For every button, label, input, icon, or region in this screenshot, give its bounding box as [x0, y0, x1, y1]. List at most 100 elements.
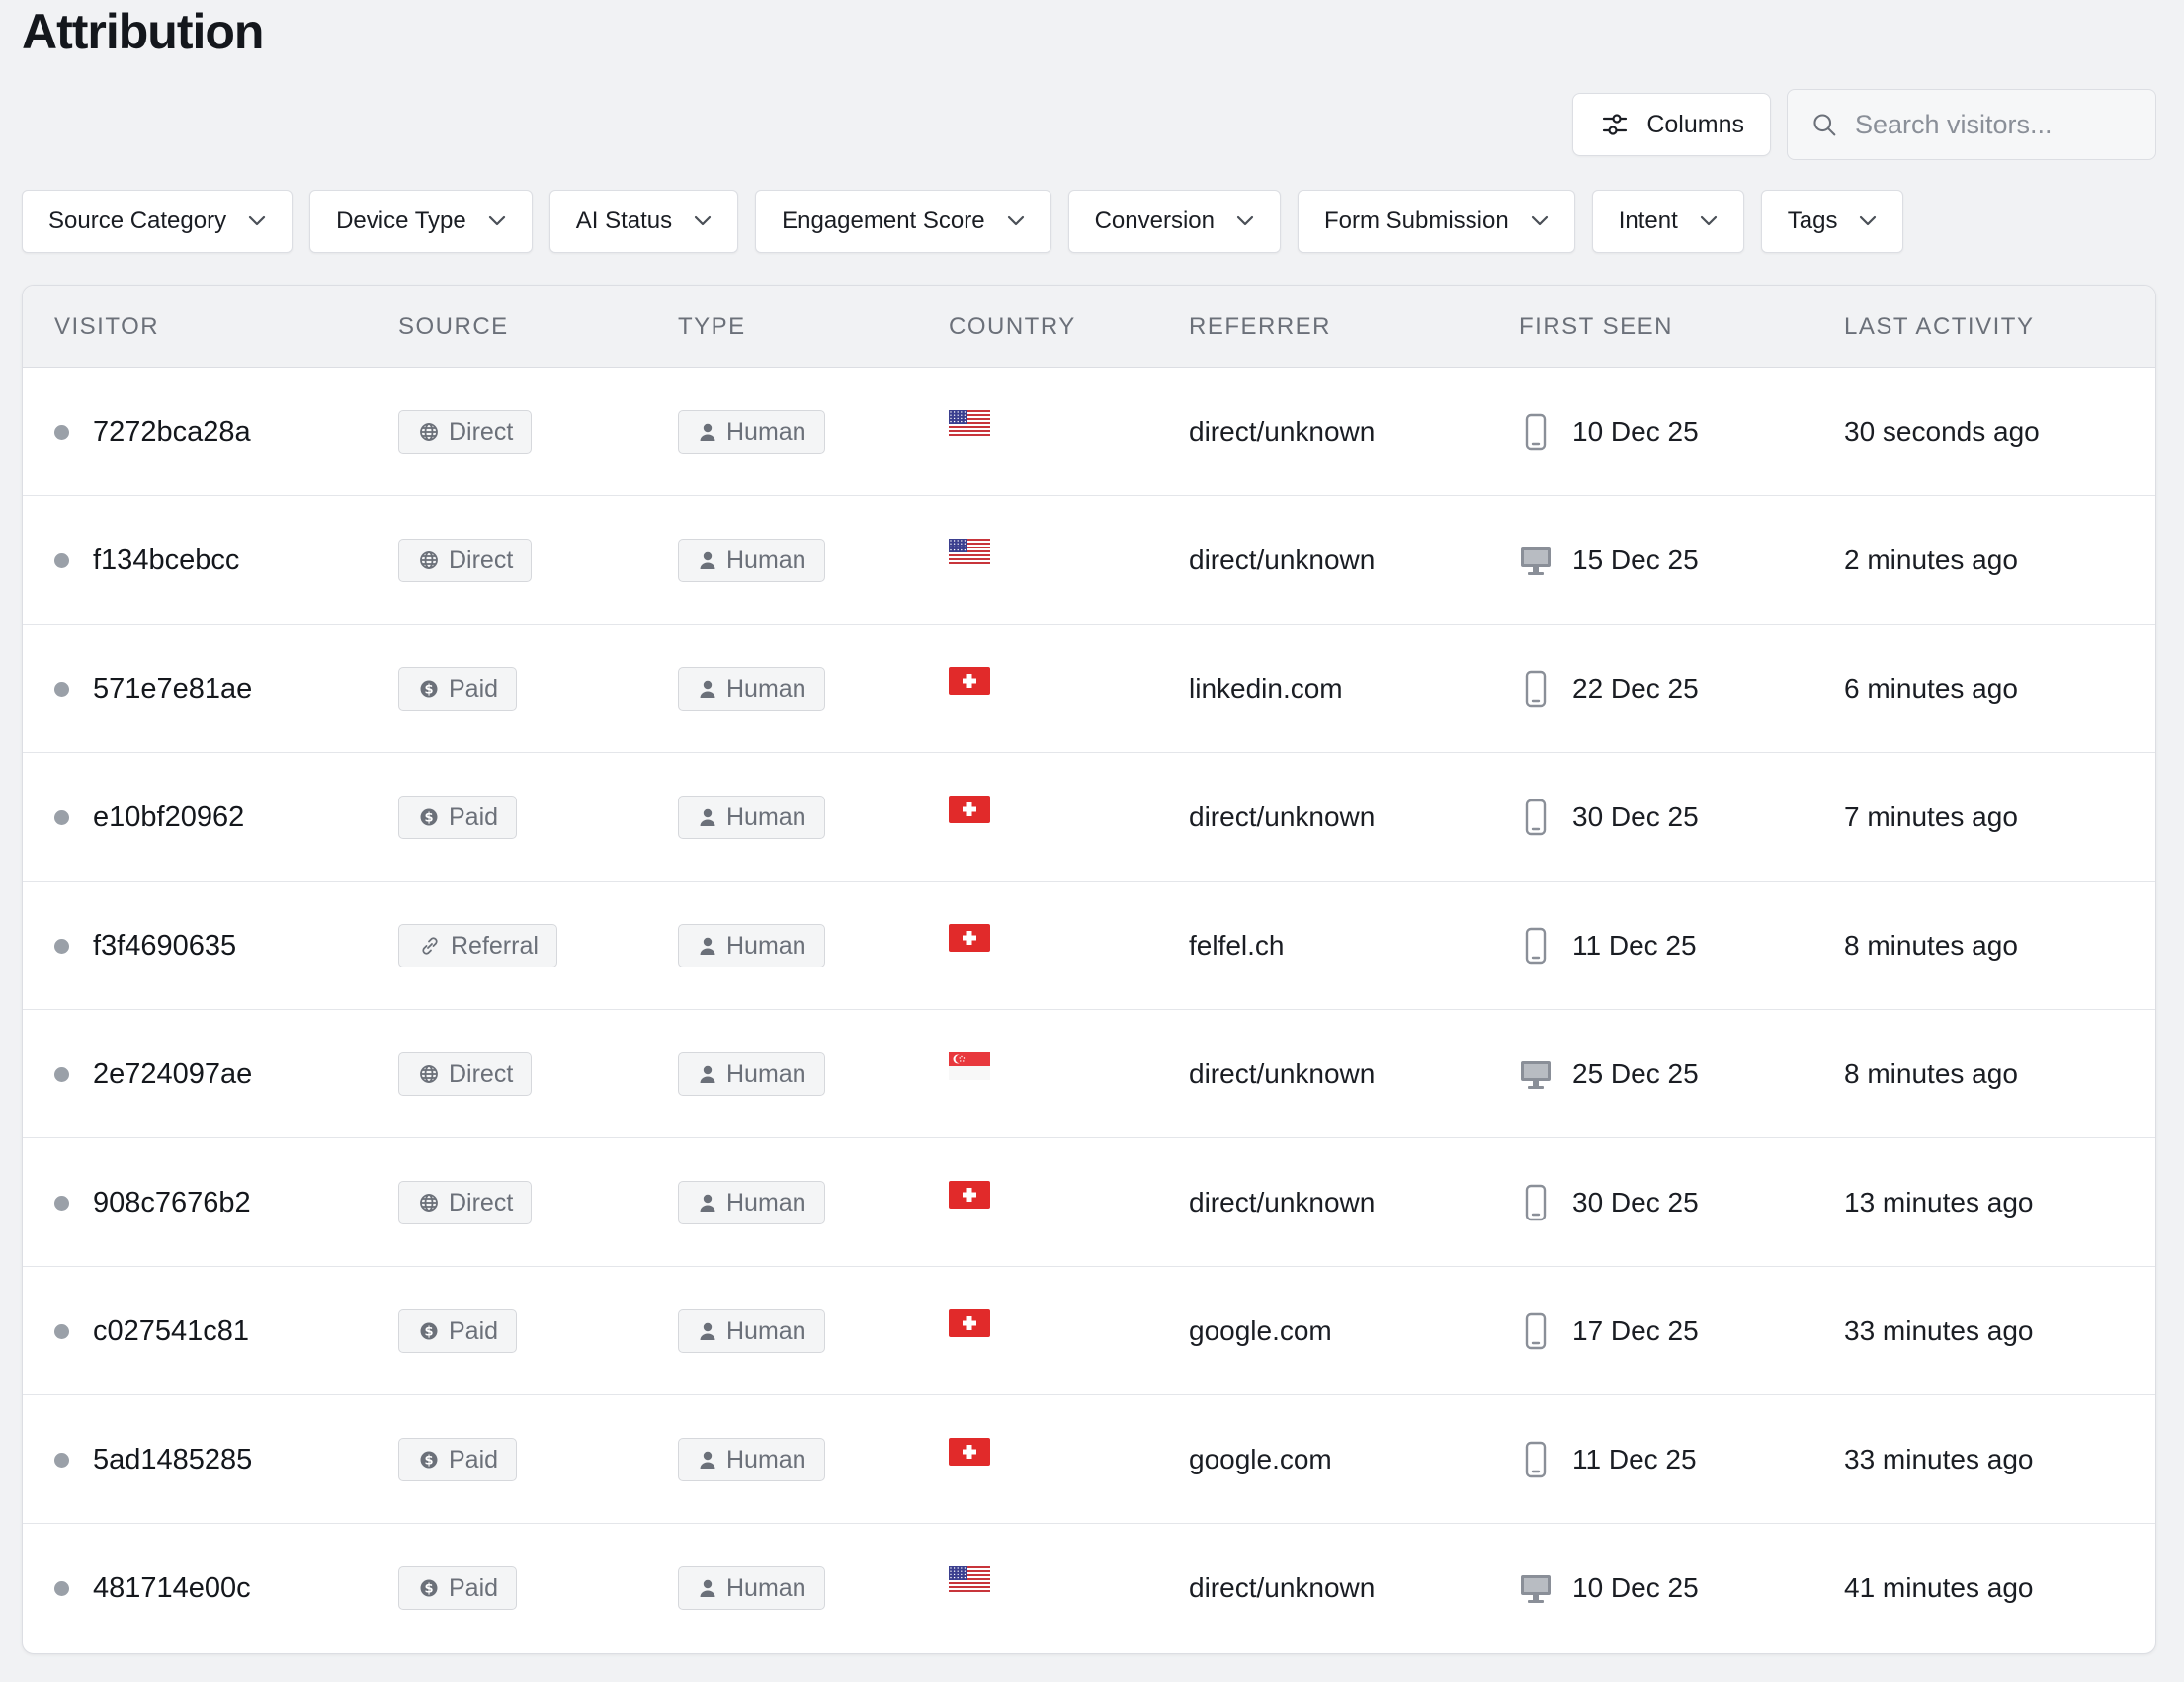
column-header-referrer[interactable]: REFERRER — [1189, 286, 1331, 368]
first-seen-date: 10 Dec 25 — [1572, 416, 1699, 447]
person-icon — [700, 808, 715, 826]
table-row[interactable]: c027541c81 $ Paid Human google.com 17 Dec 25 3… — [23, 1267, 2155, 1395]
visitor-id[interactable]: f134bcebcc — [93, 545, 239, 577]
visitor-id[interactable]: 5ad1485285 — [93, 1444, 252, 1476]
last-activity-cell: 7 minutes ago — [1844, 801, 2018, 832]
mobile-icon — [1525, 1184, 1547, 1221]
us-flag-icon — [949, 539, 990, 566]
table-row[interactable]: 2e724097ae Direct Human direct/unknown 25 De… — [23, 1010, 2155, 1138]
source-label: Direct — [449, 546, 514, 574]
filter-tags[interactable]: Tags — [1760, 190, 1904, 253]
type-cell: Human — [678, 1138, 825, 1267]
globe-icon — [420, 1194, 438, 1212]
table-header: VISITOR SOURCE TYPE COUNTRY REFERRER FIRST SE… — [23, 286, 2155, 368]
referrer-cell: direct/unknown — [1189, 801, 1376, 832]
column-header-source[interactable]: SOURCE — [398, 286, 509, 368]
column-header-country[interactable]: COUNTRY — [949, 286, 1076, 368]
columns-button[interactable]: Columns — [1572, 93, 1771, 156]
visitor-cell: 481714e00c — [54, 1524, 251, 1652]
filter-bar: Source Category Device Type AI Status Engag… — [22, 190, 1904, 253]
table-row[interactable]: 908c7676b2 Direct Human direct/unknown 30 De… — [23, 1138, 2155, 1267]
source-cell: Direct — [398, 1138, 533, 1267]
svg-text:$: $ — [424, 1582, 433, 1597]
table-row[interactable]: 7272bca28a Direct Human direct/unknown 10 De… — [23, 368, 2155, 496]
column-header-first-seen[interactable]: FIRST SEEN — [1519, 286, 1673, 368]
visitor-id[interactable]: 7272bca28a — [93, 416, 251, 449]
visitors-table: VISITOR SOURCE TYPE COUNTRY REFERRER FIRST SE… — [22, 285, 2156, 1654]
person-icon — [700, 1322, 715, 1340]
visitor-id[interactable]: 908c7676b2 — [93, 1187, 251, 1219]
visitor-id[interactable]: 571e7e81ae — [93, 673, 252, 706]
last-activity-cell: 41 minutes ago — [1844, 1572, 2034, 1603]
column-header-type[interactable]: TYPE — [678, 286, 746, 368]
source-label: Paid — [449, 1445, 499, 1473]
source-badge: $ Paid — [398, 1438, 518, 1481]
visitor-id[interactable]: e10bf20962 — [93, 801, 244, 834]
person-icon — [700, 937, 715, 955]
last-activity-cell: 6 minutes ago — [1844, 673, 2018, 704]
chevron-down-icon — [1007, 215, 1024, 226]
table-row[interactable]: f134bcebcc Direct Human direct/unknown 15 De… — [23, 496, 2155, 625]
source-cell: Referral — [398, 882, 557, 1010]
visitor-id[interactable]: f3f4690635 — [93, 930, 236, 963]
filter-device-type[interactable]: Device Type — [309, 190, 533, 253]
filter-label: Intent — [1618, 208, 1678, 234]
filter-engagement-score[interactable]: Engagement Score — [755, 190, 1051, 253]
first-seen-cell: 10 Dec 25 — [1519, 1524, 1699, 1652]
visitor-id[interactable]: 481714e00c — [93, 1572, 251, 1605]
column-header-last-activity[interactable]: LAST ACTIVITY — [1844, 286, 2034, 368]
chevron-down-icon — [1236, 215, 1254, 226]
table-row[interactable]: 481714e00c $ Paid Human direct/unknown 10 Dec… — [23, 1524, 2155, 1652]
type-label: Human — [726, 931, 806, 960]
referrer-cell: direct/unknown — [1189, 545, 1376, 575]
table-row[interactable]: 571e7e81ae $ Paid Human linkedin.com 22 Dec 2… — [23, 625, 2155, 753]
first-seen-cell: 30 Dec 25 — [1519, 753, 1699, 882]
filter-label: Form Submission — [1323, 208, 1509, 234]
source-badge: $ Paid — [398, 1309, 518, 1353]
type-badge: Human — [678, 410, 825, 454]
type-badge: Human — [678, 1566, 825, 1610]
mobile-icon — [1525, 1312, 1547, 1350]
table-row[interactable]: e10bf20962 $ Paid Human direct/unknown 30 Dec… — [23, 753, 2155, 882]
last-activity-cell: 2 minutes ago — [1844, 545, 2018, 575]
visitor-cell: c027541c81 — [54, 1267, 249, 1395]
sliders-icon — [1603, 114, 1628, 135]
country-cell — [949, 1010, 990, 1138]
visitor-id[interactable]: 2e724097ae — [93, 1058, 252, 1091]
visitor-cell: 7272bca28a — [54, 368, 251, 496]
first-seen-date: 11 Dec 25 — [1572, 1444, 1697, 1474]
filter-ai-status[interactable]: AI Status — [548, 190, 739, 253]
search-input[interactable] — [1854, 109, 2132, 140]
filter-label: Tags — [1787, 208, 1838, 234]
status-dot — [54, 809, 69, 825]
visitor-id[interactable]: c027541c81 — [93, 1315, 249, 1348]
type-badge: Human — [678, 1309, 825, 1353]
source-cell: $ Paid — [398, 1395, 518, 1524]
type-label: Human — [726, 674, 806, 703]
table-row[interactable]: f3f4690635 Referral Human felfel.ch 11 Dec 2… — [23, 882, 2155, 1010]
country-cell — [949, 625, 990, 753]
mobile-icon — [1525, 670, 1547, 708]
table-row[interactable]: 5ad1485285 $ Paid Human google.com 11 Dec 25 3… — [23, 1395, 2155, 1524]
filter-label: Conversion — [1094, 208, 1215, 234]
filter-source-category[interactable]: Source Category — [22, 190, 294, 253]
filter-intent[interactable]: Intent — [1591, 190, 1744, 253]
person-icon — [700, 680, 715, 698]
filter-form-submission[interactable]: Form Submission — [1297, 190, 1575, 253]
source-label: Paid — [449, 674, 499, 703]
person-icon — [700, 1579, 715, 1597]
first-seen-cell: 10 Dec 25 — [1519, 368, 1699, 496]
source-label: Paid — [449, 1573, 499, 1602]
source-badge: Direct — [398, 410, 533, 454]
last-activity-cell: 8 minutes ago — [1844, 930, 2018, 961]
source-label: Direct — [449, 1059, 514, 1088]
type-cell: Human — [678, 368, 825, 496]
column-header-visitor[interactable]: VISITOR — [54, 286, 159, 368]
last-activity-cell: 33 minutes ago — [1844, 1315, 2034, 1346]
country-cell — [949, 1524, 990, 1652]
filter-conversion[interactable]: Conversion — [1067, 190, 1281, 253]
svg-text:$: $ — [424, 811, 433, 826]
first-seen-cell: 15 Dec 25 — [1519, 496, 1699, 625]
type-label: Human — [726, 417, 806, 446]
first-seen-date: 25 Dec 25 — [1572, 1058, 1699, 1089]
